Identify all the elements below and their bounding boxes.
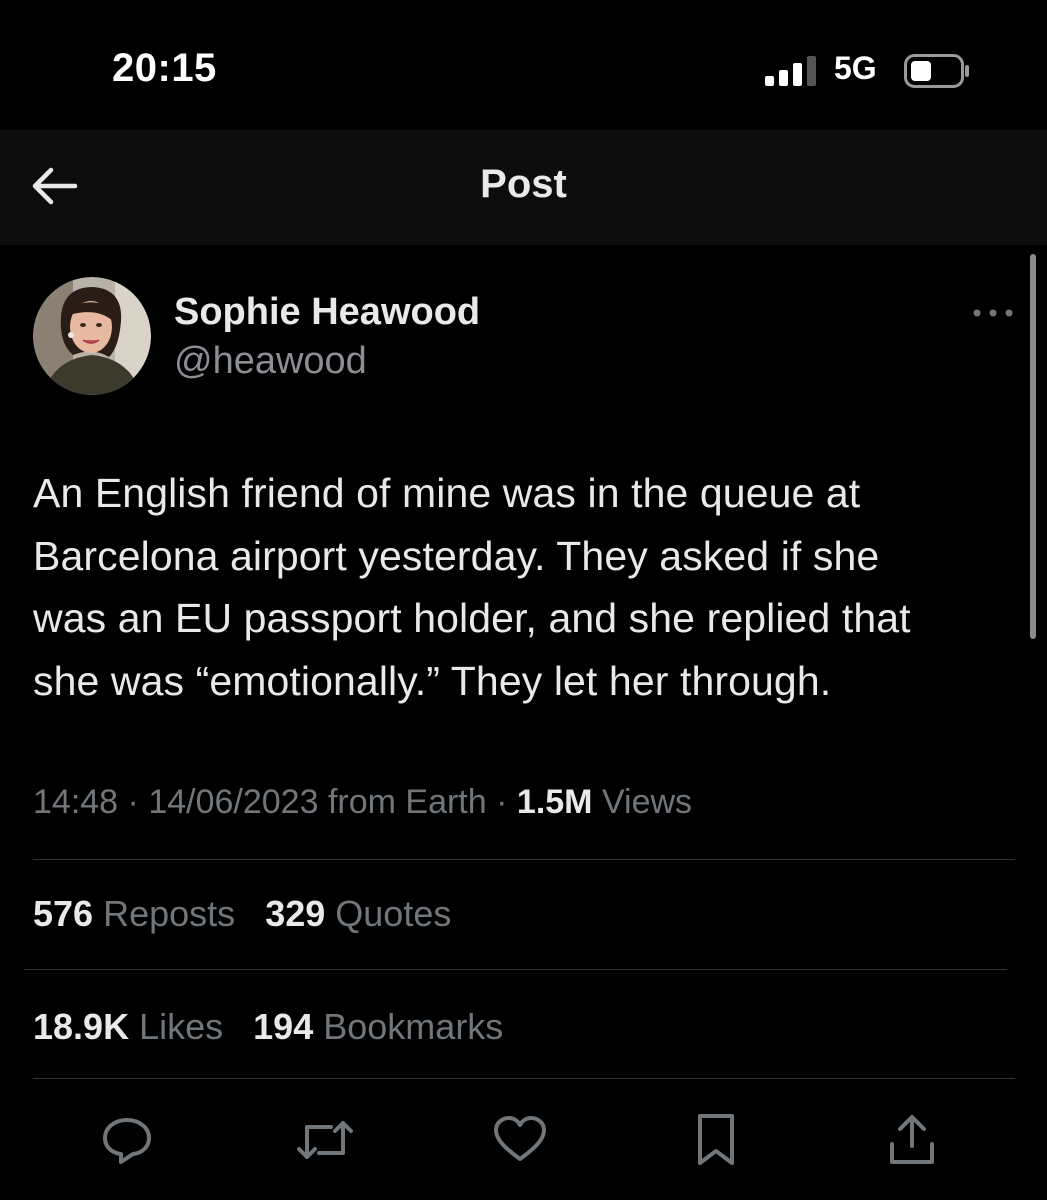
post-text: An English friend of mine was in the que… <box>33 462 1018 712</box>
divider <box>33 859 1015 860</box>
author-name[interactable]: Sophie Heawood <box>174 291 480 334</box>
reply-button[interactable] <box>92 1100 162 1180</box>
repost-button[interactable] <box>290 1100 360 1180</box>
cellular-signal-icon <box>765 56 816 86</box>
page-title: Post <box>480 162 567 206</box>
like-button[interactable] <box>485 1100 555 1180</box>
views-label: Views <box>601 783 693 821</box>
reposts-stat[interactable]: 576 Reposts <box>33 893 235 934</box>
share-button[interactable] <box>877 1100 947 1180</box>
status-time: 20:15 <box>112 46 217 90</box>
post-text-line: was an EU passport holder, and she repli… <box>33 595 911 641</box>
avatar[interactable] <box>33 277 151 395</box>
post-time: 14:48 <box>33 783 119 821</box>
likes-label: Likes <box>139 1006 224 1047</box>
author-handle[interactable]: @heawood <box>174 340 367 383</box>
reply-icon <box>103 1118 151 1164</box>
views-count: 1.5M <box>516 783 593 821</box>
likes-count: 18.9K <box>33 1006 130 1047</box>
like-icon <box>494 1116 546 1161</box>
status-bar: 20:15 5G <box>0 0 1047 130</box>
action-bar <box>0 1100 1047 1180</box>
more-horizontal-icon <box>973 309 1013 317</box>
post-author: Sophie Heawood @heawood <box>33 277 1023 397</box>
post-text-line: she was “emotionally.” They let her thro… <box>33 657 832 704</box>
quotes-count: 329 <box>265 893 326 934</box>
top-navigation-bar: Post <box>0 130 1047 245</box>
quotes-stat[interactable]: 329 Quotes <box>265 893 451 934</box>
bookmarks-stat[interactable]: 194 Bookmarks <box>253 1006 503 1047</box>
repost-quote-stats: 576 Reposts 329 Quotes <box>33 893 451 935</box>
post-metadata: 14:48 · 14/06/2023 from Earth · 1.5M Vie… <box>33 783 692 822</box>
reposts-label: Reposts <box>103 893 236 934</box>
battery-icon <box>904 54 969 88</box>
separator: · <box>496 783 508 821</box>
repost-icon <box>297 1121 353 1159</box>
bookmarks-label: Bookmarks <box>323 1006 504 1047</box>
likes-stat[interactable]: 18.9K Likes <box>33 1006 223 1047</box>
likes-bookmarks-stats: 18.9K Likes 194 Bookmarks <box>33 1006 503 1048</box>
avatar-photo <box>33 277 151 395</box>
scrollbar[interactable] <box>1030 254 1036 639</box>
divider <box>33 1078 1015 1079</box>
network-type: 5G <box>834 50 877 86</box>
reposts-count: 576 <box>33 893 94 934</box>
more-options-button[interactable] <box>971 304 1015 322</box>
divider <box>24 969 1007 970</box>
post-text-line: Barcelona airport yesterday. They asked … <box>33 532 880 579</box>
post-source: from Earth <box>327 783 487 821</box>
bookmark-button[interactable] <box>681 1100 751 1180</box>
separator: · <box>127 783 139 821</box>
post-text-line: An English friend of mine was in the que… <box>33 470 861 516</box>
post-date: 14/06/2023 <box>148 783 319 821</box>
share-icon <box>890 1115 934 1164</box>
bookmark-icon <box>698 1114 734 1165</box>
quotes-label: Quotes <box>335 893 452 934</box>
bookmarks-count: 194 <box>253 1006 314 1047</box>
